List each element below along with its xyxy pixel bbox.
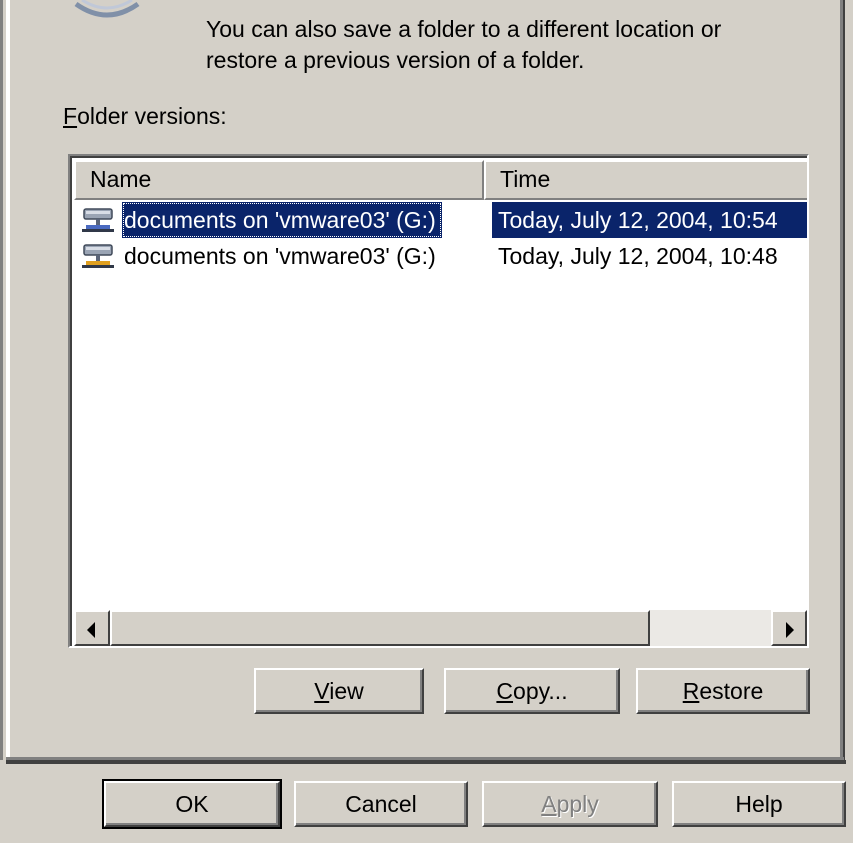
tab-page-border-left bbox=[0, 0, 10, 760]
description-line-2: restore a previous version of a folder. bbox=[206, 47, 585, 73]
horizontal-scrollbar[interactable] bbox=[74, 610, 807, 646]
list-item[interactable]: documents on 'vmware03' (G:) Today, July… bbox=[74, 202, 807, 238]
restore-button[interactable]: Restore bbox=[636, 668, 810, 714]
tab-page-border-bottom bbox=[6, 757, 846, 764]
column-header-name[interactable]: Name bbox=[74, 160, 484, 200]
scroll-left-button[interactable] bbox=[74, 610, 110, 646]
folder-versions-list[interactable]: Name Time documents on 'vmware03' (G:) T… bbox=[68, 154, 809, 648]
ok-button[interactable]: OK bbox=[102, 779, 282, 829]
network-drive-icon bbox=[82, 208, 114, 232]
version-time: Today, July 12, 2004, 10:54 bbox=[492, 202, 807, 238]
description-line-1: You can also save a folder to a differen… bbox=[206, 16, 722, 42]
description-text: You can also save a folder to a differen… bbox=[206, 14, 826, 76]
help-button[interactable]: Help bbox=[672, 781, 846, 827]
scroll-right-button[interactable] bbox=[771, 610, 807, 646]
arrow-right-icon bbox=[786, 622, 794, 638]
version-name: documents on 'vmware03' (G:) bbox=[124, 243, 436, 269]
tab-page-border-right bbox=[840, 0, 845, 762]
column-header-time[interactable]: Time bbox=[484, 160, 807, 200]
cancel-button[interactable]: Cancel bbox=[294, 781, 468, 827]
version-time: Today, July 12, 2004, 10:48 bbox=[498, 243, 778, 269]
folder-history-icon bbox=[74, 0, 140, 18]
folder-versions-label: Folder versions: bbox=[63, 103, 227, 129]
apply-button[interactable]: Apply bbox=[482, 781, 658, 827]
list-item[interactable]: documents on 'vmware03' (G:) Today, July… bbox=[74, 238, 807, 274]
arrow-left-icon bbox=[87, 622, 95, 638]
view-button[interactable]: View bbox=[254, 668, 424, 714]
copy-button[interactable]: Copy... bbox=[444, 668, 620, 714]
network-drive-icon bbox=[82, 244, 114, 268]
version-name: documents on 'vmware03' (G:) bbox=[122, 202, 442, 238]
list-header: Name Time bbox=[74, 160, 807, 200]
scrollbar-thumb[interactable] bbox=[110, 610, 650, 646]
